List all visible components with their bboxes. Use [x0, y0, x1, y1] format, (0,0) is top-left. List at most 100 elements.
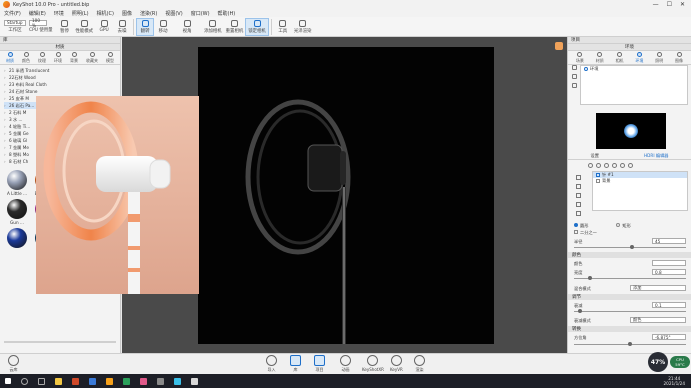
tab-colors[interactable]: 颜色: [22, 51, 30, 64]
checkbox-icon[interactable]: [596, 173, 600, 177]
slider-knob[interactable]: [630, 245, 634, 249]
add-light-icon[interactable]: [588, 163, 593, 168]
hdri-preview[interactable]: [596, 113, 666, 149]
flip-button[interactable]: 翻转: [136, 17, 155, 36]
falloff-mode-select[interactable]: 颜色: [630, 317, 686, 323]
tab-models[interactable]: 模型: [106, 51, 114, 64]
add-gradient-icon[interactable]: [604, 163, 609, 168]
app-icon[interactable]: [72, 377, 79, 385]
glossy-render-button[interactable]: 光泽渲染: [292, 18, 314, 36]
add-pin-icon[interactable]: [596, 163, 601, 168]
keyvr-button[interactable]: KeyVR: [390, 355, 403, 372]
keyshot-taskbar-icon[interactable]: [106, 377, 113, 385]
task-view-icon[interactable]: [38, 377, 45, 385]
menu-environment[interactable]: 环境: [54, 10, 64, 17]
tab-scene[interactable]: 场景: [576, 51, 584, 64]
menu-view[interactable]: 视图(V): [165, 10, 182, 17]
app-icon[interactable]: [174, 377, 181, 385]
radius-input[interactable]: 45: [652, 238, 686, 244]
render-view[interactable]: [198, 47, 494, 344]
app-icon[interactable]: [157, 377, 164, 385]
move-button[interactable]: 移动: [154, 18, 172, 36]
section-transform[interactable]: 转换: [568, 326, 691, 332]
menu-lighting[interactable]: 照明(L): [72, 10, 89, 17]
viewport-camera-icon[interactable]: [555, 42, 563, 50]
section-falloff[interactable]: 调节: [568, 294, 691, 300]
add-env-icon[interactable]: [572, 65, 577, 70]
option-rectangle[interactable]: 矩形: [616, 223, 631, 229]
delete-light-icon[interactable]: [628, 163, 633, 168]
denoise-button[interactable]: 去噪: [113, 18, 131, 36]
app-icon[interactable]: [140, 377, 147, 385]
material-swatch[interactable]: [4, 228, 30, 255]
blend-mode-select[interactable]: 添加: [630, 285, 686, 291]
thumbnail-size-slider[interactable]: [4, 341, 116, 343]
azimuth-slider[interactable]: [574, 342, 686, 346]
lock-camera-button[interactable]: 锁定相机: [245, 17, 269, 36]
library-button[interactable]: 库: [290, 355, 301, 373]
slider-knob[interactable]: [628, 342, 632, 346]
option-half[interactable]: 二分之一: [574, 230, 597, 236]
toolbar-cpu[interactable]: CPU 使用量: [29, 27, 53, 34]
maximize-icon[interactable]: ☐: [667, 1, 672, 8]
environment-list-item[interactable]: 环境: [581, 66, 687, 72]
menu-window[interactable]: 窗口(W): [191, 10, 210, 17]
menu-render[interactable]: 渲染(R): [140, 10, 157, 17]
azimuth-input[interactable]: -6.875°: [652, 334, 686, 340]
import-button[interactable]: 导入: [266, 355, 277, 373]
menu-edit[interactable]: 编辑(E): [29, 10, 46, 17]
menu-camera[interactable]: 相机(C): [97, 10, 114, 17]
menu-help[interactable]: 帮助(H): [218, 10, 236, 17]
zoom-select[interactable]: 100 %: [29, 18, 47, 28]
clock[interactable]: 21:44 2021/1/24: [664, 376, 685, 386]
tree-item[interactable]: › 22石材 Wood: [4, 74, 120, 81]
subtab-hdri-editor[interactable]: HDRI 编辑器: [644, 153, 668, 159]
tree-item[interactable]: › 23 布料 Real Cloth: [4, 81, 120, 88]
app-icon[interactable]: [123, 377, 130, 385]
tab-material[interactable]: 材质: [596, 51, 604, 64]
search-icon[interactable]: [21, 377, 28, 385]
project-button[interactable]: 项目: [314, 355, 325, 373]
reset-camera-button[interactable]: 重置相机: [224, 18, 246, 36]
tab-lighting[interactable]: 照明: [655, 51, 663, 64]
add-sun-icon[interactable]: [620, 163, 625, 168]
color-swatch[interactable]: [652, 260, 686, 266]
falloff-slider[interactable]: [574, 309, 686, 313]
tab-image[interactable]: 图像: [675, 51, 683, 64]
animation-button[interactable]: 动画: [340, 355, 351, 373]
tree-item[interactable]: › 24 石材 Stone: [4, 88, 120, 95]
subtab-settings[interactable]: 设置: [591, 153, 599, 159]
keyshotxr-button[interactable]: KeyShotXR: [362, 355, 384, 372]
close-icon[interactable]: ✕: [680, 1, 685, 8]
light-tool-icon[interactable]: [576, 202, 581, 207]
gpu-button[interactable]: GPU: [95, 18, 113, 36]
windows-start-icon[interactable]: [5, 378, 11, 384]
workspace-select[interactable]: Startup: [4, 19, 26, 26]
tab-backgrounds[interactable]: 背景: [70, 51, 78, 64]
pause-button[interactable]: 暂停: [56, 18, 74, 36]
menu-image[interactable]: 图像: [122, 10, 132, 17]
tools-button[interactable]: 工具: [274, 18, 292, 36]
material-swatch[interactable]: Gun ...: [4, 199, 30, 226]
light-tool-icon[interactable]: [576, 211, 581, 216]
slider-knob[interactable]: [578, 309, 582, 313]
delete-env-icon[interactable]: [572, 83, 577, 88]
minimize-icon[interactable]: —: [653, 1, 659, 8]
file-explorer-icon[interactable]: [55, 377, 62, 385]
slider-knob[interactable]: [588, 276, 592, 280]
section-color[interactable]: 颜色: [568, 252, 691, 258]
light-tool-icon[interactable]: [576, 175, 581, 180]
add-image-icon[interactable]: [612, 163, 617, 168]
brightness-slider[interactable]: [574, 276, 686, 280]
app-icon[interactable]: [191, 377, 198, 385]
radius-slider[interactable]: [574, 245, 686, 249]
brightness-input[interactable]: 0.8: [652, 269, 686, 275]
tab-environment[interactable]: 环境: [635, 51, 643, 64]
light-tool-icon[interactable]: [576, 184, 581, 189]
tab-camera[interactable]: 相机: [616, 51, 624, 64]
duplicate-env-icon[interactable]: [572, 74, 577, 79]
add-camera-button[interactable]: 添加相机: [202, 18, 224, 36]
option-circle[interactable]: 圆形: [574, 223, 588, 229]
tree-item[interactable]: › 21 半透 Translucent: [4, 67, 120, 74]
render-button[interactable]: 渲染: [414, 355, 425, 373]
